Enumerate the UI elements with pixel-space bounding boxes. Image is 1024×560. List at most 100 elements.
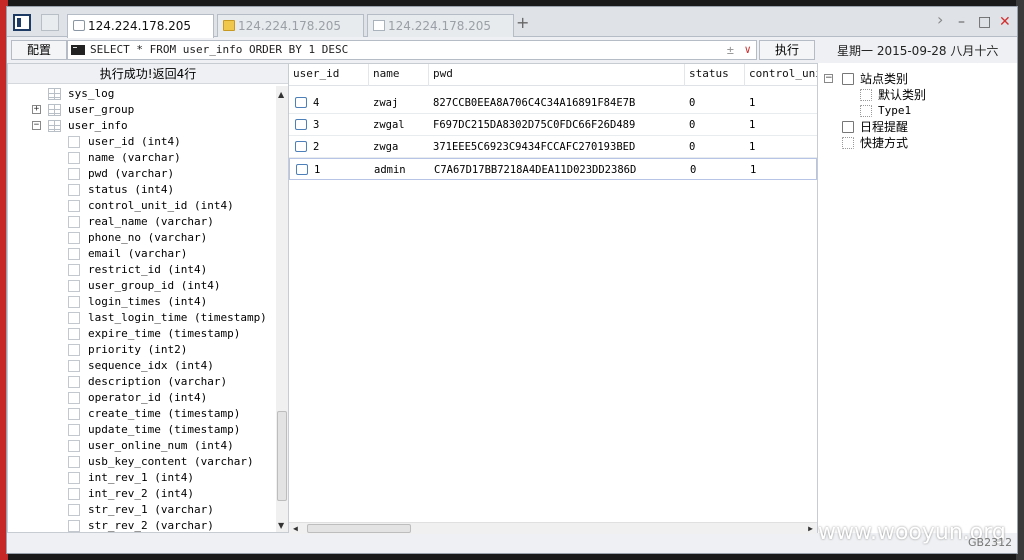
table-cell[interactable]: 371EEE5C6923C9434FCCAFC270193BED — [429, 136, 685, 158]
table-cell[interactable]: zwaj — [369, 92, 429, 114]
category-icon — [860, 89, 872, 101]
table-cell[interactable]: 827CCB0EEA8A706C4C34A16891F84E7B — [429, 92, 685, 114]
tree-column-node[interactable]: last_login_time (timestamp) — [68, 310, 267, 326]
tree-column-node[interactable]: phone_no (varchar) — [68, 230, 207, 246]
tree-column-node[interactable]: user_online_num (int4) — [68, 438, 234, 454]
column-header[interactable]: user_id — [289, 64, 369, 86]
tree-column-node[interactable]: user_group_id (int4) — [68, 278, 220, 294]
tree-node-schedule[interactable]: 日程提醒 — [842, 119, 908, 135]
scroll-thumb[interactable] — [277, 411, 287, 501]
tab-connection-3[interactable]: 124.224.178.205 — [367, 14, 514, 37]
schema-tree[interactable]: sys_log + user_group − user_info user_id… — [8, 86, 276, 532]
tree-table-node[interactable]: + user_group — [32, 102, 134, 118]
column-header[interactable]: status — [685, 64, 745, 86]
table-cell[interactable]: 0 — [685, 136, 745, 158]
tree-column-node[interactable]: usb_key_content (varchar) — [68, 454, 254, 470]
table-cell[interactable]: 2 — [309, 136, 369, 158]
column-header[interactable]: name — [369, 64, 429, 86]
tree-column-node[interactable]: create_time (timestamp) — [68, 406, 240, 422]
panel-toggle-icon[interactable] — [13, 14, 31, 31]
table-row[interactable]: 2 zwga 371EEE5C6923C9434FCCAFC270193BED 0 1 — [289, 136, 817, 158]
scroll-up-icon[interactable]: ▲ — [278, 90, 284, 99]
plus-minus-icon[interactable]: ± — [727, 41, 734, 59]
table-cell[interactable]: 4 — [309, 92, 369, 114]
tree-column-node[interactable]: status (int4) — [68, 182, 174, 198]
tree-column-node[interactable]: restrict_id (int4) — [68, 262, 207, 278]
tree-column-node[interactable]: int_rev_2 (int4) — [68, 486, 194, 502]
tree-column-node[interactable]: email (varchar) — [68, 246, 187, 262]
table-cell[interactable]: 1 — [310, 159, 370, 181]
tree-column-label: user_online_num (int4) — [88, 439, 234, 452]
tree-column-label: email (varchar) — [88, 247, 188, 260]
table-cell[interactable]: 3 — [309, 114, 369, 136]
table-cell[interactable]: zwga — [369, 136, 429, 158]
table-cell[interactable]: F697DC215DA8302D75C0FDC66F26D489 — [429, 114, 685, 136]
table-cell[interactable]: 0 — [685, 92, 745, 114]
execute-button[interactable]: 执行 — [759, 40, 815, 60]
config-button[interactable]: 配置 — [11, 40, 67, 60]
tree-column-label: user_id (int4) — [88, 135, 181, 148]
tree-column-label: pwd (varchar) — [88, 167, 175, 180]
add-tab-button[interactable]: + — [516, 15, 529, 31]
table-row[interactable]: 1 admin C7A67D17BB7218A4DEA11D023DD2386D 0 1 — [289, 158, 817, 180]
tree-column-node[interactable]: login_times (int4) — [68, 294, 207, 310]
column-header[interactable]: pwd — [429, 64, 685, 86]
tree-column-node[interactable]: real_name (varchar) — [68, 214, 214, 230]
tree-node-default-category[interactable]: 默认类别 — [860, 87, 926, 103]
column-header[interactable]: control_uni — [745, 64, 817, 86]
table-cell[interactable]: 1 — [745, 92, 817, 114]
table-row[interactable]: 4 zwaj 827CCB0EEA8A706C4C34A16891F84E7B 0 1 — [289, 92, 817, 114]
table-cell[interactable]: 0 — [686, 159, 746, 181]
table-cell[interactable]: 1 — [745, 136, 817, 158]
tree-table-node[interactable]: sys_log — [48, 86, 114, 102]
tree-column-label: update_time (timestamp) — [88, 423, 241, 436]
tree-column-node[interactable]: int_rev_1 (int4) — [68, 470, 194, 486]
tree-column-node[interactable]: operator_id (int4) — [68, 390, 207, 406]
page-icon — [73, 20, 85, 31]
collapse-icon[interactable]: − — [32, 121, 41, 130]
tree-node-type1[interactable]: Type1 — [860, 103, 911, 119]
sql-input[interactable]: SELECT * FROM user_info ORDER BY 1 DESC … — [67, 40, 757, 60]
tree-table-node[interactable]: − user_info — [32, 118, 128, 134]
tab-connection-2[interactable]: 124.224.178.205 — [217, 14, 364, 37]
tree-column-node[interactable]: expire_time (timestamp) — [68, 326, 240, 342]
chevron-down-icon[interactable]: ∨ — [744, 41, 751, 59]
tree-column-node[interactable]: sequence_idx (int4) — [68, 358, 214, 374]
tab-connection-1[interactable]: 124.224.178.205 — [67, 14, 214, 38]
tree-column-label: str_rev_2 (varchar) — [88, 519, 214, 532]
collapse-icon[interactable]: − — [824, 74, 833, 83]
tree-column-node[interactable]: name (varchar) — [68, 150, 181, 166]
horizontal-scrollbar[interactable]: ◀ ▶ — [289, 522, 817, 534]
table-row[interactable]: 3 zwgal F697DC215DA8302D75C0FDC66F26D489 0 1 — [289, 114, 817, 136]
table-cell[interactable]: 1 — [746, 159, 818, 181]
scroll-down-icon[interactable]: ▼ — [278, 521, 284, 530]
tree-column-node[interactable]: update_time (timestamp) — [68, 422, 240, 438]
table-cell[interactable]: 0 — [685, 114, 745, 136]
close-button[interactable]: ✕ — [999, 15, 1011, 29]
tree-column-node[interactable]: description (varchar) — [68, 374, 227, 390]
chevron-right-icon[interactable]: › — [937, 12, 943, 28]
tree-column-node[interactable]: str_rev_2 (varchar) — [68, 518, 214, 532]
tree-node-site-category[interactable]: − 站点类别 — [824, 71, 908, 87]
grid-view-icon[interactable] — [41, 14, 59, 31]
tree-node-shortcuts[interactable]: 快捷方式 — [842, 135, 908, 151]
table-cell[interactable]: zwgal — [369, 114, 429, 136]
tree-column-node[interactable]: pwd (varchar) — [68, 166, 174, 182]
scroll-thumb[interactable] — [307, 524, 411, 533]
scroll-right-icon[interactable]: ▶ — [808, 523, 813, 534]
expand-icon[interactable]: + — [32, 105, 41, 114]
tree-column-node[interactable]: str_rev_1 (varchar) — [68, 502, 214, 518]
tree-column-node[interactable]: priority (int2) — [68, 342, 187, 358]
table-cell[interactable]: 1 — [745, 114, 817, 136]
table-icon — [48, 88, 61, 100]
minimize-button[interactable]: – — [958, 15, 965, 29]
tree-column-node[interactable]: control_unit_id (int4) — [68, 198, 234, 214]
tree-column-node[interactable]: user_id (int4) — [68, 134, 181, 150]
table-cell[interactable]: admin — [370, 159, 430, 181]
tree-scrollbar[interactable]: ▲ ▼ — [276, 86, 288, 532]
scroll-left-icon[interactable]: ◀ — [293, 523, 298, 534]
table-cell[interactable]: C7A67D17BB7218A4DEA11D023DD2386D — [430, 159, 686, 181]
tree-table-label: sys_log — [68, 87, 115, 100]
maximize-button[interactable]: □ — [978, 15, 991, 29]
column-icon — [68, 280, 80, 292]
